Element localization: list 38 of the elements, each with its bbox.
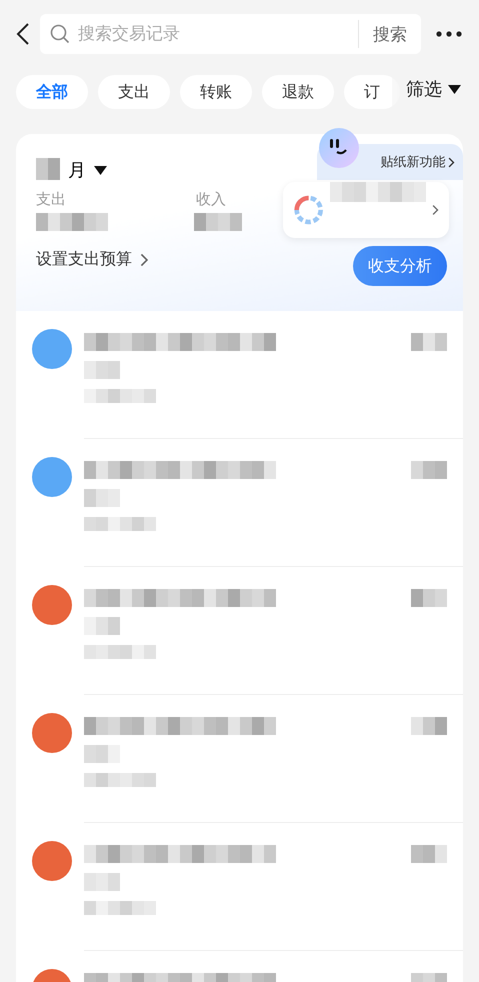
caret-down-icon (448, 84, 461, 94)
analysis-button[interactable]: 收支分析 (353, 246, 447, 286)
redacted-block (84, 489, 120, 507)
redacted-block (84, 901, 156, 915)
redacted-block (194, 213, 242, 231)
redacted-block (36, 213, 108, 231)
back-button[interactable] (16, 22, 30, 46)
redacted-block (84, 517, 156, 531)
redacted-block (84, 361, 120, 379)
redacted-block (411, 717, 447, 735)
search-button[interactable]: 搜索 (358, 20, 421, 48)
smiley-icon (317, 126, 361, 170)
redacted-block (36, 158, 60, 180)
redacted-block (84, 617, 120, 635)
redacted-block (84, 773, 156, 787)
redacted-block (84, 873, 120, 891)
chevron-right-icon (448, 156, 455, 168)
income-label: 收入 (196, 190, 227, 209)
caret-down-icon (94, 166, 107, 174)
redacted-block (84, 389, 156, 403)
search-field[interactable]: 搜索交易记录 搜索 (40, 14, 421, 54)
filter-tab[interactable]: 全部 (16, 75, 88, 109)
budget-link[interactable]: 设置支出预算 (36, 249, 148, 270)
redacted-block (411, 333, 447, 351)
chevron-right-icon (140, 252, 148, 266)
redacted-block (411, 461, 447, 479)
redacted-block (84, 645, 156, 659)
redacted-block (84, 745, 120, 763)
filter-tab[interactable]: 支出 (98, 75, 170, 109)
filter-tab[interactable]: 退款 (262, 75, 334, 109)
expense-label: 支出 (36, 190, 67, 209)
month-selector[interactable]: 月 (36, 158, 107, 182)
filter-tab[interactable]: 转账 (180, 75, 252, 109)
redacted-block (411, 845, 447, 863)
donut-icon (293, 193, 324, 227)
redacted-block (411, 589, 447, 607)
chevron-right-icon (432, 204, 439, 216)
search-icon (50, 24, 70, 44)
